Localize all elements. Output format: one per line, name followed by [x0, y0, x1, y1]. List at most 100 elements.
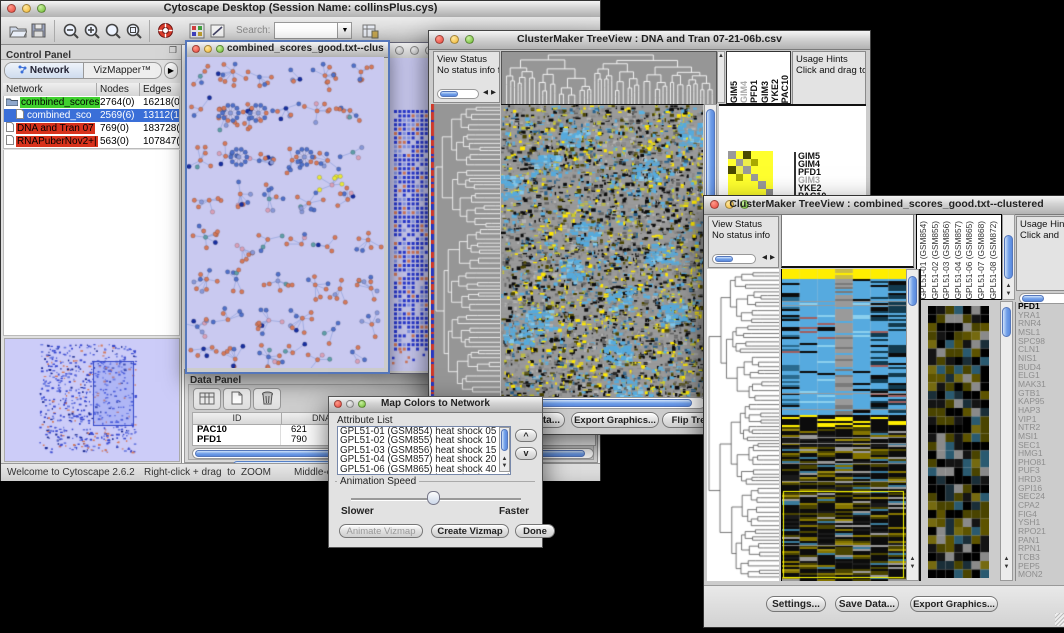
mini-heatmap-cell[interactable]	[728, 181, 736, 189]
col-edges[interactable]: Edges	[140, 83, 180, 96]
search-input[interactable]	[274, 22, 338, 39]
tv2-col-label[interactable]: GPL51-07 (GSM868)	[976, 221, 988, 299]
minimize-button[interactable]	[410, 46, 419, 55]
tv2-gene-label[interactable]: MON2	[1018, 570, 1064, 579]
network1-titlebar[interactable]: combined_scores_good.txt--cluste...	[187, 42, 388, 58]
mini-heatmap-cell[interactable]	[728, 174, 736, 182]
attribute-list-vscroll[interactable]: ▲▼	[499, 427, 510, 472]
mini-heatmap-cell[interactable]	[751, 181, 759, 189]
attribute-editor-icon[interactable]	[360, 21, 381, 41]
mini-heatmap-cell[interactable]	[743, 174, 751, 182]
zoom-fit-icon[interactable]	[123, 21, 144, 41]
mini-heatmap-cell[interactable]	[758, 159, 766, 167]
tv2-export-graphics-button[interactable]: Export Graphics...	[910, 596, 998, 612]
network-row[interactable]: DNA and Tran 07769(0)183728(0)	[4, 122, 179, 135]
mini-heatmap-cell[interactable]	[728, 166, 736, 174]
network-row[interactable]: RNAPuberNov2+|563(0)107847(0)	[4, 135, 179, 148]
mini-heatmap-cell[interactable]	[766, 166, 774, 174]
tv1-row-dendrogram[interactable]	[431, 104, 500, 396]
attribute-listbox[interactable]: GPL51-01 (GSM854) heat shock 05 minGPL51…	[337, 426, 511, 475]
dialog-titlebar[interactable]: Map Colors to Network	[329, 397, 542, 413]
tab-overflow-button[interactable]: ▶	[164, 62, 178, 79]
tv2-status-hscroll[interactable]	[712, 254, 756, 264]
tv2-col-label[interactable]: GPL51-04 (GSM857)	[953, 221, 965, 299]
mini-heatmap-cell[interactable]	[758, 166, 766, 174]
tv2-save-data-button[interactable]: Save Data...	[835, 596, 899, 612]
tv1-status-hscroll[interactable]	[437, 89, 479, 99]
mini-heatmap-cell[interactable]	[736, 151, 744, 159]
mini-heatmap-cell[interactable]	[766, 181, 774, 189]
main-titlebar[interactable]: Cytoscape Desktop (Session Name: collins…	[1, 1, 600, 18]
birdseye-view[interactable]	[4, 338, 180, 462]
zoom-button[interactable]	[216, 45, 224, 53]
scroll-right-icon[interactable]: ▶	[770, 252, 775, 263]
float-panel-icon[interactable]: ❐	[169, 45, 177, 56]
tv1-col-label[interactable]: GIM3	[760, 81, 770, 103]
data-col-id[interactable]: ID	[193, 413, 282, 424]
mini-heatmap-cell[interactable]	[758, 174, 766, 182]
mini-heatmap-cell[interactable]	[766, 174, 774, 182]
tv2-col-label[interactable]: GPL51-08 (GSM872)	[988, 221, 1000, 299]
tv2-collabel-vscroll[interactable]: ▲▼	[1002, 214, 1015, 300]
network-row[interactable]: combined_scores2764(0)16218(0)	[4, 96, 179, 109]
tv2-col-label[interactable]: GPL51-02 (GSM855)	[930, 221, 942, 299]
animation-slider-thumb[interactable]	[427, 491, 440, 505]
tv2-gene-vscroll[interactable]: ▲▼	[1000, 301, 1013, 581]
mini-heatmap-cell[interactable]	[751, 159, 759, 167]
mini-heatmap-cell[interactable]	[736, 174, 744, 182]
annotation-icon[interactable]	[207, 21, 228, 41]
resize-grip[interactable]	[1055, 613, 1064, 626]
zoom-selected-icon[interactable]	[102, 21, 123, 41]
tv2-settings-button[interactable]: Settings...	[766, 596, 826, 612]
mini-heatmap-cell[interactable]	[743, 181, 751, 189]
help-lifebuoy-icon[interactable]	[155, 21, 176, 41]
mini-heatmap-cell[interactable]	[766, 151, 774, 159]
mini-heatmap-cell[interactable]	[758, 151, 766, 159]
mini-heatmap-cell[interactable]	[728, 159, 736, 167]
save-icon[interactable]	[28, 21, 49, 41]
search-dropdown-button[interactable]: ▼	[338, 22, 352, 39]
zoom-in-icon[interactable]	[81, 21, 102, 41]
col-nodes[interactable]: Nodes	[97, 83, 140, 96]
animate-vizmap-button[interactable]: Animate Vizmap	[339, 524, 423, 538]
mini-heatmap-cell[interactable]	[743, 159, 751, 167]
network1-canvas[interactable]	[187, 57, 384, 368]
zoom-out-icon[interactable]	[60, 21, 81, 41]
tv1-col-label[interactable]: GIM4	[739, 81, 749, 103]
mini-heatmap-cell[interactable]	[751, 151, 759, 159]
delete-attribute-button[interactable]	[253, 388, 281, 410]
mini-heatmap-cell[interactable]	[743, 166, 751, 174]
scroll-left-icon[interactable]: ◀	[762, 252, 767, 263]
attribute-item[interactable]: GPL51-07 (GSM868) heat shock 60 min	[340, 474, 510, 475]
tv1-col-label[interactable]: PAC10	[780, 75, 790, 103]
tv2-heatmap-vscroll[interactable]: ▲▼	[906, 269, 919, 581]
mini-heatmap-cell[interactable]	[751, 166, 759, 174]
select-attributes-button[interactable]	[193, 388, 221, 410]
mini-heatmap-cell[interactable]	[743, 151, 751, 159]
treeview2-titlebar[interactable]: ClusterMaker TreeView : combined_scores_…	[704, 196, 1064, 215]
create-vizmap-button[interactable]: Create Vizmap	[431, 524, 509, 538]
network-row[interactable]: combined_sco2569(6)13112(15)	[4, 109, 179, 122]
mini-heatmap-cell[interactable]	[728, 151, 736, 159]
tv2-col-label[interactable]: GPL51-06 (GSM865)	[964, 221, 976, 299]
close-button[interactable]	[192, 45, 200, 53]
mini-heatmap-cell[interactable]	[736, 166, 744, 174]
open-file-icon[interactable]	[7, 21, 28, 41]
tv2-heatmap[interactable]	[781, 269, 906, 581]
done-button[interactable]: Done	[515, 524, 555, 538]
mini-heatmap-cell[interactable]	[766, 159, 774, 167]
scroll-right-icon[interactable]: ▶	[491, 87, 496, 98]
tv1-heatmap[interactable]	[501, 104, 703, 397]
minimize-button[interactable]	[204, 45, 212, 53]
move-up-button[interactable]: ^	[515, 429, 537, 442]
close-button[interactable]	[395, 46, 404, 55]
treeview1-titlebar[interactable]: ClusterMaker TreeView : DNA and Tran 07-…	[429, 31, 870, 50]
vizmapper-icon[interactable]	[186, 21, 207, 41]
tab-vizmapper[interactable]: VizMapper™	[84, 63, 162, 78]
new-attribute-button[interactable]	[223, 388, 251, 410]
tv1-export-graphics-button[interactable]: Export Graphics...	[571, 412, 659, 428]
mini-heatmap-cell[interactable]	[751, 174, 759, 182]
move-down-button[interactable]: v	[515, 447, 537, 460]
tv2-row-dendrogram[interactable]	[707, 269, 779, 581]
tv1-mini-heatmap[interactable]	[728, 151, 773, 197]
